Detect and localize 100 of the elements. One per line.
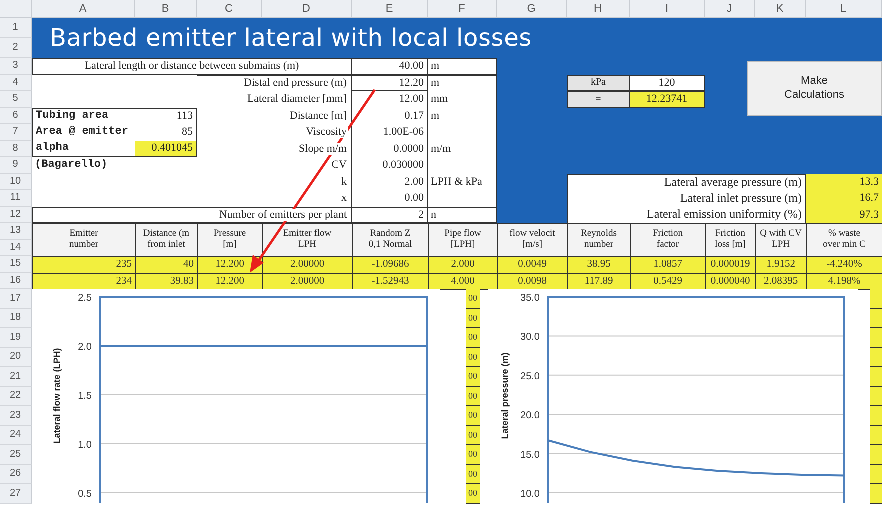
- unit-label: n: [428, 206, 497, 223]
- row-number[interactable]: 16: [0, 272, 32, 289]
- column-header[interactable]: F: [428, 0, 497, 18]
- summary-value: 97.3: [806, 206, 882, 223]
- row-number[interactable]: 7: [0, 124, 32, 140]
- y-axis-title: Lateral flow rate (LPH): [52, 348, 62, 444]
- hidden-cell-fill: [870, 484, 882, 504]
- axis-tick-label: 20.0: [520, 410, 540, 422]
- input-label: Distance [m]: [288, 110, 348, 122]
- converter-label: =: [567, 91, 630, 108]
- table-cell: 0.000019: [705, 256, 756, 274]
- row-number[interactable]: 1: [0, 18, 32, 38]
- make-calculations-button[interactable]: Make Calculations: [747, 61, 882, 116]
- row-number[interactable]: 27: [0, 484, 32, 504]
- column-header[interactable]: A: [32, 0, 135, 18]
- row-number[interactable]: 2: [0, 38, 32, 58]
- row-number[interactable]: 13: [0, 223, 32, 240]
- row-number[interactable]: 24: [0, 426, 32, 445]
- table-header: Friction loss [m]: [705, 223, 756, 257]
- column-header[interactable]: H: [567, 0, 630, 18]
- input-label: Number of emitters per plant: [218, 208, 348, 221]
- row-number[interactable]: 9: [0, 157, 32, 174]
- input-label: Lateral length or distance between submains (m): [84, 60, 300, 72]
- column-header[interactable]: E: [352, 0, 428, 18]
- sheet-title: Barbed emitter lateral with local losses: [32, 18, 882, 58]
- unit-label: m: [428, 74, 497, 91]
- row-number[interactable]: 8: [0, 140, 32, 157]
- select-all-corner[interactable]: [0, 0, 32, 18]
- axis-tick-label: 2.0: [78, 342, 92, 353]
- input-label: Lateral diameter [mm]: [246, 93, 348, 106]
- unit-label: m: [428, 108, 497, 124]
- axis-tick-label: 1.0: [78, 440, 92, 451]
- row-number[interactable]: 4: [0, 74, 32, 91]
- row-number[interactable]: 17: [0, 289, 32, 308]
- column-header[interactable]: G: [497, 0, 567, 18]
- table-cell: 1.0857: [630, 256, 706, 274]
- summary-label: Lateral emission uniformity (%): [567, 206, 806, 223]
- row-number[interactable]: 21: [0, 367, 32, 386]
- hidden-cell-fill: [870, 289, 882, 308]
- row-number[interactable]: 23: [0, 406, 32, 426]
- table-cell: 38.95: [567, 256, 631, 274]
- table-cell: 2.000: [428, 256, 498, 274]
- row-number[interactable]: 3: [0, 58, 32, 74]
- row-number[interactable]: 22: [0, 386, 32, 406]
- hidden-cell-fill: [870, 464, 882, 484]
- axis-tick-label: 35.0: [520, 293, 540, 304]
- hidden-cell: 00: [466, 308, 480, 328]
- table-header: Emitter number: [32, 223, 136, 257]
- row-number[interactable]: 6: [0, 108, 32, 124]
- column-header[interactable]: D: [262, 0, 352, 18]
- hidden-cell: 00: [466, 386, 480, 406]
- row-number[interactable]: 18: [0, 308, 32, 328]
- tubing-label: Tubing area: [32, 108, 135, 124]
- hidden-cell: 00: [466, 406, 480, 426]
- row-number[interactable]: 11: [0, 190, 32, 206]
- input-label: Viscosity: [305, 126, 348, 138]
- input-value[interactable]: 40.00: [352, 58, 428, 74]
- row-number[interactable]: 20: [0, 348, 32, 367]
- column-header[interactable]: J: [705, 0, 755, 18]
- table-cell: -4.240%: [806, 256, 882, 274]
- input-value[interactable]: 2: [352, 206, 428, 223]
- converter-value[interactable]: 12.23741: [630, 91, 705, 108]
- table-header: Emitter flow LPH: [262, 223, 353, 257]
- row-number[interactable]: 12: [0, 206, 32, 223]
- column-header[interactable]: I: [630, 0, 705, 18]
- tubing-value[interactable]: 0.401045: [135, 140, 197, 157]
- input-label: k: [340, 176, 348, 188]
- converter-label: kPa: [567, 74, 630, 91]
- table-cell: 0.0049: [497, 256, 568, 274]
- row-number[interactable]: 10: [0, 174, 32, 190]
- table-header: Reynolds number: [567, 223, 631, 257]
- row-number[interactable]: 25: [0, 445, 32, 464]
- axis-tick-label: 2.5: [78, 293, 92, 304]
- row-number[interactable]: 15: [0, 256, 32, 272]
- table-cell: -1.09686: [352, 256, 429, 274]
- hidden-cell: 00: [466, 445, 480, 464]
- column-header[interactable]: C: [197, 0, 262, 18]
- hidden-cell-fill: [870, 348, 882, 367]
- column-header[interactable]: L: [806, 0, 882, 18]
- column-header[interactable]: K: [755, 0, 806, 18]
- tubing-value[interactable]: 113: [135, 108, 197, 124]
- table-cell: 1.9152: [755, 256, 807, 274]
- table-cell: 2.00000: [262, 256, 353, 274]
- converter-value[interactable]: 120: [630, 74, 705, 91]
- hidden-cell: 00: [466, 328, 480, 348]
- summary-value: 13.3: [806, 174, 882, 190]
- hidden-cell: 00: [466, 464, 480, 484]
- unit-label: LPH & kPa: [428, 174, 497, 190]
- row-number[interactable]: 5: [0, 91, 32, 108]
- hidden-cell: 00: [466, 348, 480, 367]
- table-cell: 40: [135, 256, 198, 274]
- column-header[interactable]: B: [135, 0, 197, 18]
- table-header: Friction factor: [630, 223, 706, 257]
- axis-tick-label: 30.0: [520, 332, 540, 344]
- input-value[interactable]: 12.20: [352, 74, 428, 91]
- row-number[interactable]: 19: [0, 328, 32, 348]
- hidden-cell: 00: [466, 367, 480, 386]
- row-number[interactable]: 14: [0, 240, 32, 256]
- table-header: Pipe flow [LPH]: [428, 223, 498, 257]
- row-number[interactable]: 26: [0, 464, 32, 484]
